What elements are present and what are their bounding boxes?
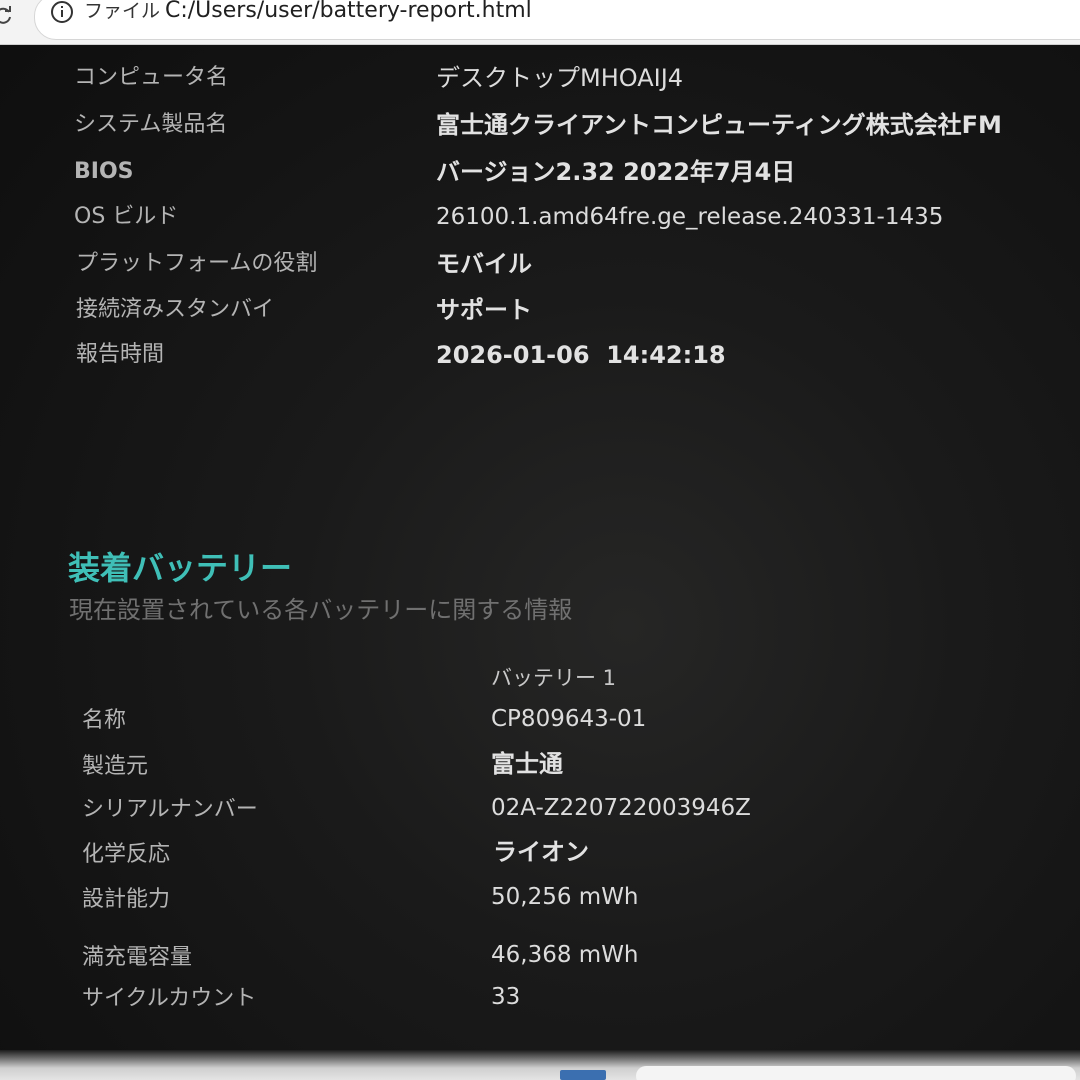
report-time-value: 2026-01-06 14:42:18 [436,341,726,369]
design-capacity-value: 50,256 mWh [491,884,639,910]
os-build-value: 26100.1.amd64fre.ge_release.240331-1435 [436,204,944,230]
computer-name-label: コンピュータ名 [74,65,229,90]
manufacturer-label: 製造元 [82,754,149,779]
url-text[interactable]: C:/Users/user/battery-report.html [165,0,532,25]
battery-report-window: ファイル C:/Users/user/battery-report.html コ… [0,0,1080,1080]
browser-address-bar: ファイル C:/Users/user/battery-report.html [0,0,1080,45]
platform-role-value: モバイル [436,250,532,278]
design-capacity-label: 設計能力 [82,887,171,912]
battery-name-value: CP809643-01 [491,706,647,732]
taskbar-search-box[interactable] [636,1066,1076,1080]
file-scheme-label: ファイル [84,0,161,22]
bios-value: バージョン2.32 2022年7月4日 [436,158,796,186]
os-build-label: OS ビルド [74,204,179,229]
serial-number-value: 02A-Z220722003946Z [491,795,751,821]
manufacturer-value: 富士通 [491,750,563,778]
bios-label: BIOS [74,159,134,184]
cycle-count-label: サイクルカウント [82,986,257,1011]
serial-number-label: シリアルナンバー [82,797,258,822]
platform-role-label: プラットフォームの役割 [76,251,318,276]
connected-standby-label: 接続済みスタンバイ [76,297,275,322]
section-subtitle: 現在設置されている各バッテリーに関する情報 [69,596,573,624]
chemistry-value: ライオン [493,838,589,866]
battery-column-header: バッテリー 1 [491,666,617,690]
full-charge-capacity-value: 46,368 mWh [491,942,639,968]
windows-start-icon[interactable] [560,1070,606,1080]
report-time-label: 報告時間 [76,342,165,367]
system-product-value: 富士通クライアントコンピューティング株式会社FM [436,111,1002,139]
url-field[interactable]: ファイル C:/Users/user/battery-report.html [34,0,1080,40]
battery-name-label: 名称 [82,708,127,733]
info-icon[interactable] [49,0,75,25]
chemistry-label: 化学反応 [82,842,171,867]
cycle-count-value: 33 [491,984,521,1010]
full-charge-capacity-label: 満充電容量 [82,945,193,970]
system-product-label: システム製品名 [74,112,228,137]
connected-standby-value: サポート [436,296,532,324]
section-title: 装着バッテリー [68,549,293,587]
reload-icon[interactable] [0,5,14,27]
computer-name-value: デスクトップMHOAIJ4 [436,64,684,92]
